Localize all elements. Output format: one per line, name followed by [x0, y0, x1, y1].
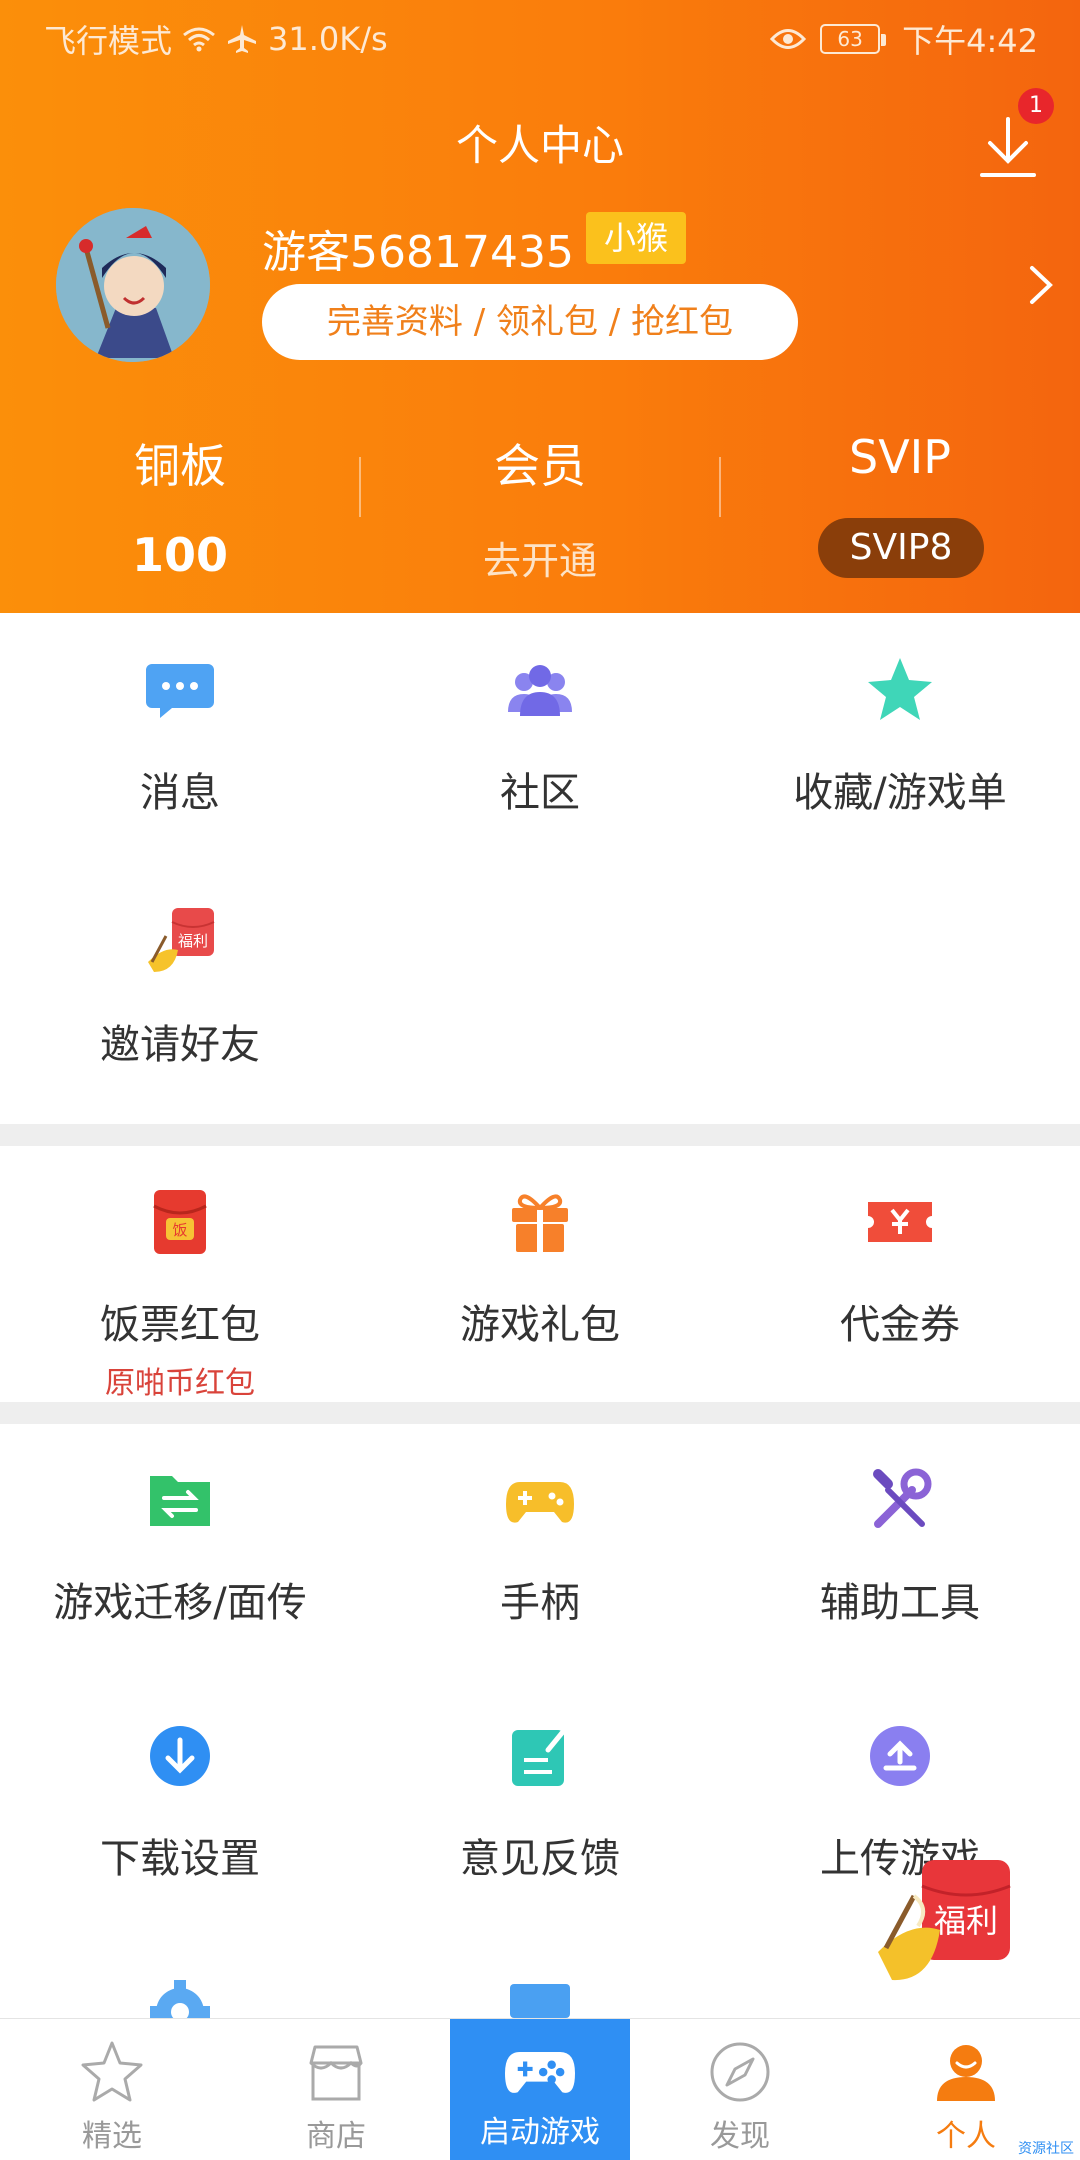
stat-label: 铜板 [134, 439, 226, 493]
grid-item-label: 收藏/游戏单 [793, 770, 1007, 816]
grid-item-label: 手柄 [500, 1580, 580, 1626]
network-speed: 31.0K/s [268, 20, 388, 58]
person-icon [937, 2045, 995, 2101]
level-tag: 小猴 [586, 212, 686, 264]
wifi-icon [183, 27, 215, 52]
gamepad-icon [505, 2051, 575, 2093]
grid-item-label: 下载设置 [100, 1836, 260, 1882]
airplane-icon [228, 25, 257, 53]
bottom-tab-bar: 精选 商店 启动游戏 发现 个人 资源社区 [0, 2018, 1080, 2160]
tab-label: 发现 [710, 2119, 770, 2154]
grid-item-message[interactable]: 消息 [0, 654, 360, 818]
page-title: 个人中心 [455, 121, 624, 170]
transfer-folder-icon [150, 1476, 210, 1526]
fuli-text: 福利 [178, 932, 208, 950]
stat-label: SVIP [849, 430, 951, 484]
tools-icon [873, 1468, 932, 1528]
settings-gear-icon[interactable] [144, 1976, 216, 2018]
battery-icon: 63 [820, 24, 887, 54]
complete-profile-button[interactable]: 完善资料 / 领礼包 / 抢红包 [262, 284, 798, 360]
download-badge: 1 [1018, 88, 1054, 124]
floating-fuli-icon[interactable]: 福利 [874, 1856, 1014, 1986]
coupon-icon [868, 1202, 932, 1242]
tab-label: 商店 [306, 2119, 366, 2154]
grid-item-label: 社区 [500, 770, 580, 816]
grid-item-feedback[interactable]: 意见反馈 [360, 1720, 720, 1884]
grid-item-assist-tools[interactable]: 辅助工具 [720, 1464, 1080, 1628]
tab-label: 精选 [82, 2119, 142, 2154]
stat-value: 去开通 [482, 539, 597, 583]
status-bar: 飞行模式 31.0K/s 63 下午4:42 [0, 0, 1080, 72]
invite-fuli-icon: 福利 [148, 908, 215, 972]
stat-value: 100 [131, 528, 229, 582]
watermark: 资源社区 [1018, 2141, 1074, 2157]
grid-item-invite[interactable]: 福利 邀请好友 [0, 906, 360, 1070]
message-icon [146, 664, 214, 718]
gamepad-icon [506, 1482, 574, 1523]
avatar-character-icon [56, 208, 210, 362]
compass-icon [710, 2042, 770, 2102]
grid-item-label: 游戏迁移/面传 [53, 1580, 307, 1626]
section-divider [0, 1124, 1080, 1146]
grid-item-label: 辅助工具 [820, 1580, 980, 1626]
shop-icon [309, 2045, 363, 2101]
avatar[interactable] [56, 208, 210, 362]
fan-text: 饭 [172, 1221, 187, 1239]
grid-item-favorites[interactable]: 收藏/游戏单 [720, 654, 1080, 818]
stat-svip[interactable]: SVIP [720, 430, 1080, 484]
grid-item-meal-envelope[interactable]: 饭 饭票红包 原啪币红包 [0, 1186, 360, 1402]
tab-discover[interactable]: 发现 [650, 2019, 830, 2160]
star-icon [868, 658, 932, 720]
grid-item-label: 代金券 [840, 1302, 960, 1348]
grid-item-sublabel: 原啪币红包 [105, 1366, 255, 1401]
grid-item-label: 游戏礼包 [460, 1302, 620, 1348]
upload-icon [870, 1726, 930, 1786]
stat-label: 会员 [494, 439, 586, 493]
tab-label: 启动游戏 [480, 2115, 600, 2150]
feedback-icon [512, 1725, 569, 1786]
tab-launch-game[interactable]: 启动游戏 [450, 2019, 630, 2160]
red-envelope-icon: 饭 [153, 1190, 207, 1254]
grid-item-voucher[interactable]: 代金券 [720, 1186, 1080, 1350]
username: 游客56817435 [262, 227, 574, 278]
tab-shop[interactable]: 商店 [246, 2019, 426, 2160]
grid-item-label: 消息 [140, 770, 220, 816]
eye-icon [770, 29, 807, 49]
clock: 下午4:42 [902, 22, 1038, 60]
svip-level-badge[interactable]: SVIP8 [818, 518, 984, 578]
community-icon [508, 665, 572, 716]
fuli-float-text: 福利 [934, 1902, 998, 1940]
stat-member[interactable]: 会员 去开通 [360, 430, 720, 583]
grid-item-label: 邀请好友 [100, 1022, 260, 1068]
download-circle-icon [150, 1726, 210, 1786]
stat-copper[interactable]: 铜板 100 [0, 430, 360, 582]
grid-item-game-transfer[interactable]: 游戏迁移/面传 [0, 1464, 360, 1628]
screen-icon[interactable] [508, 1982, 572, 2018]
tab-featured[interactable]: 精选 [22, 2019, 202, 2160]
grid-item-label: 饭票红包 [100, 1302, 260, 1348]
chevron-right-icon[interactable] [1026, 262, 1056, 308]
grid-item-download-settings[interactable]: 下载设置 [0, 1720, 360, 1884]
section-divider [0, 1402, 1080, 1424]
download-icon[interactable] [978, 115, 1038, 181]
grid-item-gamepad[interactable]: 手柄 [360, 1464, 720, 1628]
grid-item-community[interactable]: 社区 [360, 654, 720, 818]
grid-item-gift[interactable]: 游戏礼包 [360, 1186, 720, 1350]
gift-icon [512, 1194, 568, 1252]
airplane-mode-text: 飞行模式 [44, 22, 173, 60]
star-outline-icon [81, 2041, 143, 2102]
grid-item-label: 意见反馈 [460, 1836, 620, 1882]
